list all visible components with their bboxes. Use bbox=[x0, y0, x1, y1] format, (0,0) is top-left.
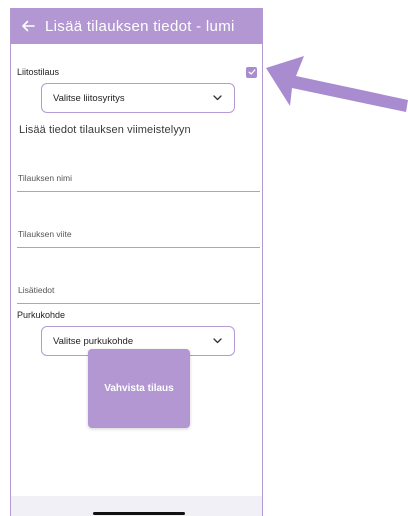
confirm-order-button[interactable]: Vahvista tilaus bbox=[88, 349, 190, 428]
phone-screen: Lisää tilauksen tiedot - lumi Liitostila… bbox=[10, 8, 263, 516]
page-title: Lisää tilauksen tiedot - lumi bbox=[45, 17, 235, 35]
annotation-arrow-icon bbox=[266, 56, 408, 112]
order-name-field[interactable]: Tilauksen nimi bbox=[17, 165, 260, 192]
chevron-down-icon bbox=[213, 338, 222, 344]
chevron-down-icon bbox=[213, 95, 222, 101]
connection-order-checkbox[interactable] bbox=[246, 66, 257, 78]
connection-company-select-value: Valitse liitosyritys bbox=[53, 92, 125, 104]
back-button[interactable] bbox=[11, 8, 45, 44]
connection-order-row: Liitostilaus bbox=[17, 64, 257, 80]
order-reference-field[interactable]: Tilauksen viite bbox=[17, 221, 260, 248]
order-name-placeholder: Tilauksen nimi bbox=[18, 173, 73, 183]
additional-info-placeholder: Lisätiedot bbox=[18, 285, 55, 295]
arrow-left-icon bbox=[22, 20, 35, 32]
check-icon bbox=[248, 69, 255, 75]
connection-order-label: Liitostilaus bbox=[17, 67, 60, 77]
unloading-site-label: Purkukohde bbox=[17, 310, 66, 320]
order-reference-placeholder: Tilauksen viite bbox=[18, 229, 72, 239]
additional-info-field[interactable]: Lisätiedot bbox=[17, 277, 260, 304]
screenshot-stage: Lisää tilauksen tiedot - lumi Liitostila… bbox=[0, 0, 408, 516]
home-indicator[interactable] bbox=[93, 512, 185, 515]
unloading-site-select-value: Valitse purkukohde bbox=[53, 335, 134, 347]
app-bar: Lisää tilauksen tiedot - lumi bbox=[11, 8, 262, 44]
connection-company-select[interactable]: Valitse liitosyritys bbox=[41, 83, 235, 113]
finishing-heading: Lisää tiedot tilauksen viimeistelyyn bbox=[19, 124, 191, 136]
